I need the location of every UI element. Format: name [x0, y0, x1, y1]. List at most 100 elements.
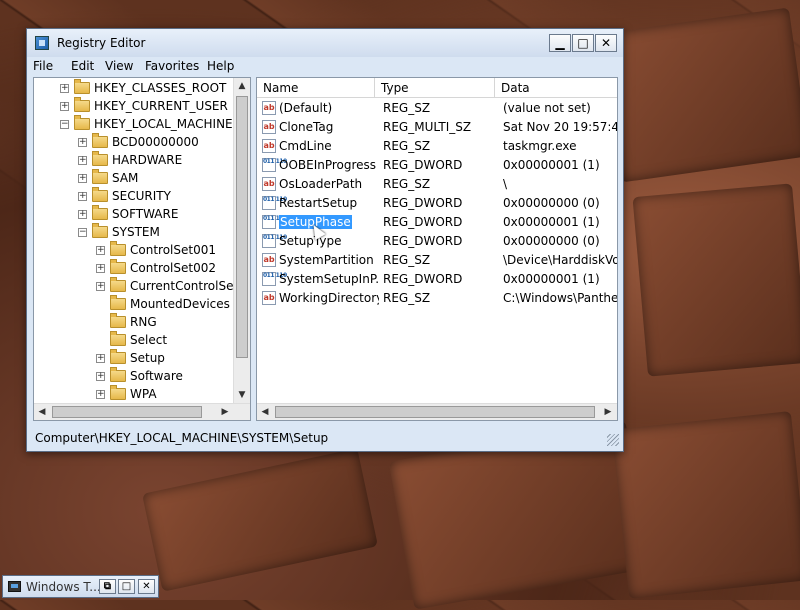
value-type-text: REG_SZ: [383, 101, 431, 115]
tree-hscroll-thumb[interactable]: [52, 406, 202, 418]
tree-item[interactable]: + HKEY_CURRENT_USER: [34, 97, 234, 115]
scroll-left-arrow-icon[interactable]: ◀: [34, 404, 50, 420]
value-type-text: REG_DWORD: [383, 272, 463, 286]
key-tree-pane[interactable]: + HKEY_CLASSES_ROOT + HKEY_CURRENT_USER − HKE…: [33, 77, 251, 421]
tree-item[interactable]: + HARDWARE: [34, 151, 234, 169]
menu-favorites[interactable]: Favorites: [145, 59, 199, 73]
tree-item-label: HARDWARE: [112, 153, 183, 167]
tree-item-label: SAM: [112, 171, 139, 185]
expand-icon[interactable]: +: [60, 102, 69, 111]
tree-item[interactable]: Select: [34, 331, 234, 349]
tree-item[interactable]: + CurrentControlSet: [34, 277, 238, 295]
menu-view[interactable]: View: [105, 59, 133, 73]
scroll-up-arrow-icon[interactable]: ▲: [234, 78, 250, 94]
maximize-button[interactable]: □: [572, 34, 594, 52]
values-hscroll-thumb[interactable]: [275, 406, 595, 418]
string-value-icon: ab: [262, 291, 276, 305]
tree-item[interactable]: + SAM: [34, 169, 234, 187]
binary-value-icon: 011 110: [262, 272, 287, 286]
value-name-text: CmdLine: [279, 139, 332, 153]
value-data: Sat Nov 20 19:57:42 20: [503, 118, 617, 137]
minimized-window[interactable]: Windows T... ⧉ □ ✕: [2, 575, 159, 598]
expand-icon[interactable]: +: [78, 174, 87, 183]
title-bar[interactable]: Registry Editor ▁ □ ✕: [27, 29, 623, 57]
value-row[interactable]: ab (Default) REG_SZ (value not set): [257, 99, 617, 118]
value-type: REG_DWORD: [383, 270, 497, 289]
expand-icon[interactable]: +: [78, 156, 87, 165]
tree-item[interactable]: + ControlSet002: [34, 259, 234, 277]
folder-icon: [110, 367, 126, 382]
menu-file[interactable]: File: [33, 59, 53, 73]
value-name-text: RestartSetup: [279, 196, 358, 210]
value-type: REG_SZ: [383, 99, 497, 118]
tree-item[interactable]: + ControlSet001: [34, 241, 234, 259]
value-row[interactable]: 011 110 SystemSetupInP... REG_DWORD 0x00000…: [257, 270, 617, 289]
binary-value-icon: 011 110: [262, 158, 287, 172]
value-row[interactable]: 011 110 SetupType REG_DWORD 0x00000000 (0): [257, 232, 617, 251]
binary-value-icon: 011 110: [262, 196, 287, 210]
folder-icon: [110, 277, 126, 292]
value-type-text: REG_SZ: [383, 253, 431, 267]
values-list-pane[interactable]: Name Type Data ab (Default) REG_SZ (value n…: [256, 77, 618, 421]
scroll-down-arrow-icon[interactable]: ▼: [234, 387, 250, 403]
value-data: 0x00000001 (1): [503, 270, 617, 289]
scroll-right-arrow-icon[interactable]: ▶: [600, 404, 616, 420]
close-button[interactable]: ✕: [138, 579, 155, 594]
value-type-text: REG_MULTI_SZ: [383, 120, 472, 134]
tree-item[interactable]: MountedDevices: [34, 295, 234, 313]
tree-vertical-scrollbar[interactable]: ▲ ▼: [233, 78, 250, 404]
expand-icon[interactable]: +: [78, 192, 87, 201]
tree-item-label: ControlSet001: [130, 243, 216, 257]
expand-icon[interactable]: +: [96, 264, 105, 273]
tree-item[interactable]: + SECURITY: [34, 187, 234, 205]
column-header-name[interactable]: Name: [257, 78, 375, 98]
menu-edit[interactable]: Edit: [71, 59, 94, 73]
expand-icon[interactable]: +: [96, 354, 105, 363]
tree-item-label: Select: [130, 333, 168, 347]
tree-item[interactable]: + WPA: [34, 385, 234, 403]
tree-item[interactable]: + SOFTWARE: [34, 205, 234, 223]
minimize-button[interactable]: ▁: [549, 34, 571, 52]
maximize-button[interactable]: □: [118, 579, 135, 594]
column-header-type[interactable]: Type: [375, 78, 495, 98]
tree-scroll-thumb[interactable]: [236, 96, 248, 358]
scroll-right-arrow-icon[interactable]: ▶: [217, 404, 233, 420]
tree-horizontal-scrollbar[interactable]: ◀ ▶: [34, 403, 250, 420]
expand-icon[interactable]: +: [96, 282, 105, 291]
value-row[interactable]: ab WorkingDirectory REG_SZ C:\Windows\Panth…: [257, 289, 617, 308]
tree-item[interactable]: + Software: [34, 367, 234, 385]
expand-icon[interactable]: +: [96, 390, 105, 399]
folder-icon: [110, 313, 126, 328]
expand-icon[interactable]: +: [96, 372, 105, 381]
tree-item[interactable]: + BCD00000000: [34, 133, 234, 151]
menu-help[interactable]: Help: [207, 59, 234, 73]
expand-icon[interactable]: +: [96, 246, 105, 255]
close-button[interactable]: ✕: [595, 34, 617, 52]
value-row[interactable]: 011 110 OOBEInProgress REG_DWORD 0x00000001…: [257, 156, 617, 175]
resize-grip-icon[interactable]: [607, 434, 619, 446]
value-name-text: OOBEInProgress: [279, 158, 377, 172]
expand-icon[interactable]: +: [78, 138, 87, 147]
value-row[interactable]: ab OsLoaderPath REG_SZ \: [257, 175, 617, 194]
value-row[interactable]: ab CmdLine REG_SZ taskmgr.exe: [257, 137, 617, 156]
value-row[interactable]: ab SystemPartition REG_SZ \Device\HarddiskV…: [257, 251, 617, 270]
tree-item[interactable]: − SYSTEM: [34, 223, 234, 241]
status-path: Computer\HKEY_LOCAL_MACHINE\SYSTEM\Setup: [35, 431, 329, 445]
collapse-icon[interactable]: −: [60, 120, 69, 129]
tree-item[interactable]: + Setup: [34, 349, 234, 367]
value-row[interactable]: abCloneTag REG_MULTI_SZ Sat Nov 20 19:57:4…: [257, 118, 617, 137]
background-chocolate-1: [600, 7, 800, 183]
column-header-data[interactable]: Data: [495, 78, 617, 98]
expand-icon[interactable]: +: [60, 84, 69, 93]
tree-item[interactable]: − HKEY_LOCAL_MACHINE: [34, 115, 234, 133]
values-horizontal-scrollbar[interactable]: ◀ ▶: [257, 403, 617, 420]
collapse-icon[interactable]: −: [78, 228, 87, 237]
value-row[interactable]: 011 110 RestartSetup REG_DWORD 0x00000000 (…: [257, 194, 617, 213]
restore-button[interactable]: ⧉: [99, 579, 116, 594]
folder-icon: [92, 187, 108, 202]
tree-item[interactable]: + HKEY_CLASSES_ROOT: [34, 79, 234, 97]
scroll-left-arrow-icon[interactable]: ◀: [257, 404, 273, 420]
value-name: (Default): [279, 99, 379, 118]
tree-item[interactable]: RNG: [34, 313, 234, 331]
expand-icon[interactable]: +: [78, 210, 87, 219]
